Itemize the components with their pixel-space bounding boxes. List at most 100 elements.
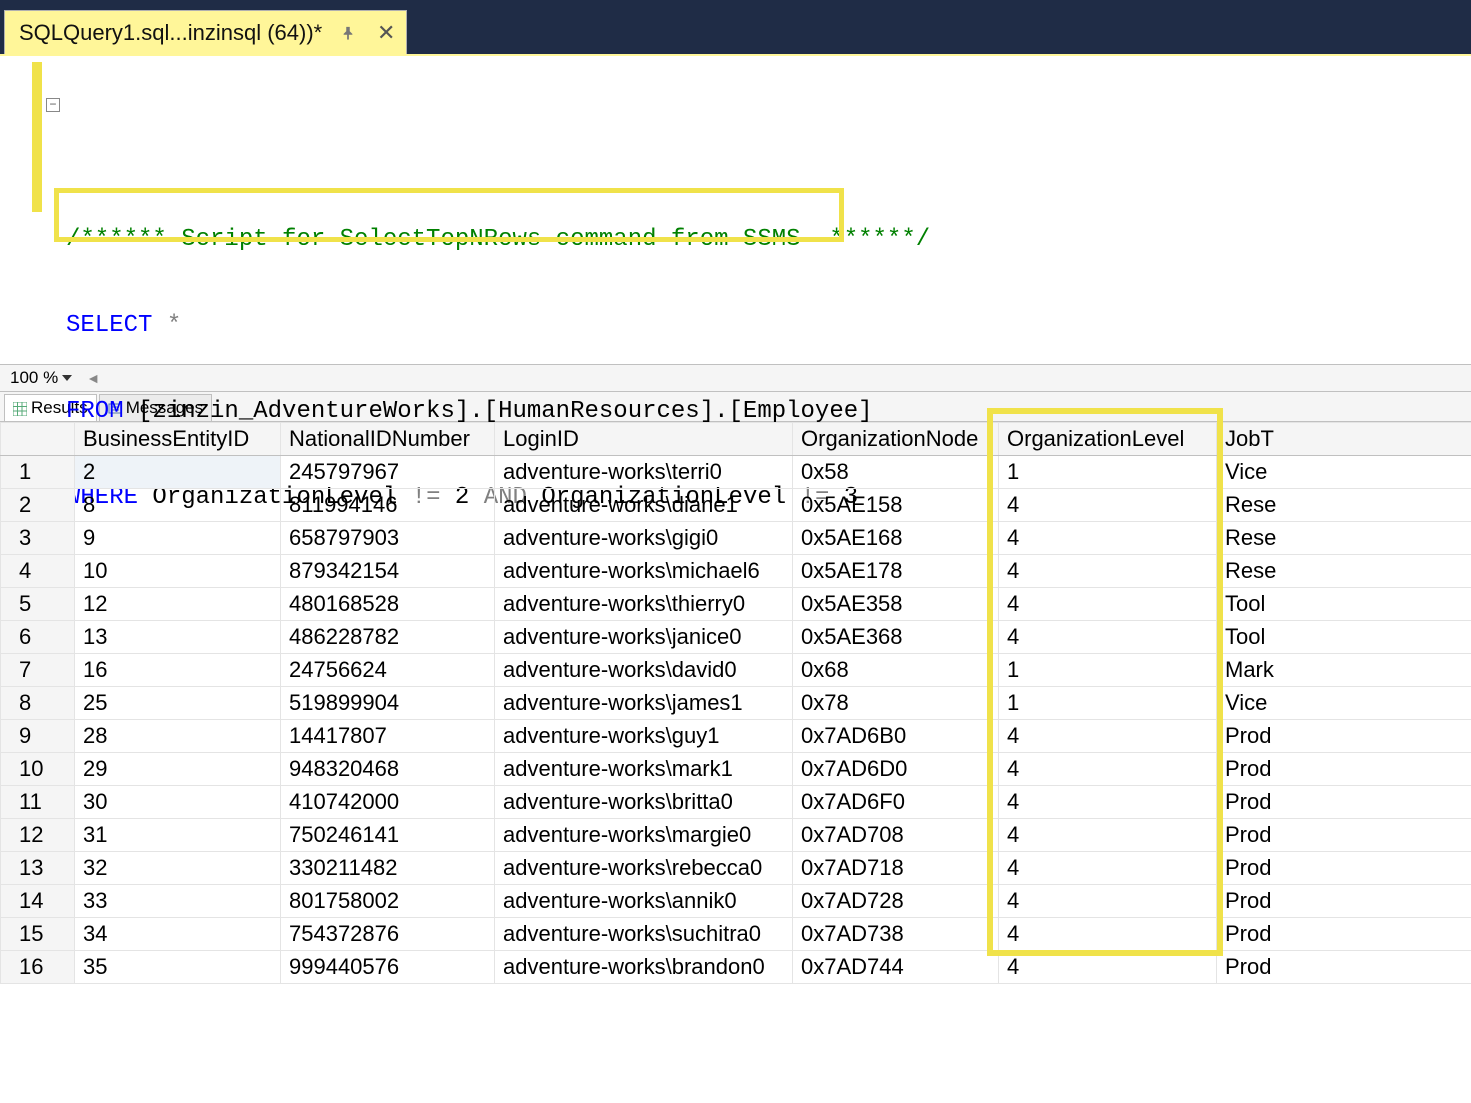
table-row[interactable]: 71624756624adventure-works\david00x681Ma… xyxy=(1,654,1471,687)
cell[interactable]: 32 xyxy=(75,852,281,885)
cell[interactable]: Rese xyxy=(1217,555,1471,588)
cell[interactable]: 30 xyxy=(75,786,281,819)
cell[interactable]: Vice xyxy=(1217,687,1471,720)
cell[interactable]: 0x7AD718 xyxy=(793,852,999,885)
table-row[interactable]: 28811994146adventure-works\diane10x5AE15… xyxy=(1,489,1471,522)
cell[interactable]: 754372876 xyxy=(281,918,495,951)
cell[interactable]: 4 xyxy=(999,753,1217,786)
col-header[interactable]: OrganizationNode xyxy=(793,423,999,456)
cell[interactable]: 33 xyxy=(75,885,281,918)
cell[interactable]: adventure-works\terri0 xyxy=(495,456,793,489)
cell[interactable]: 9 xyxy=(75,522,281,555)
cell[interactable]: 245797967 xyxy=(281,456,495,489)
cell[interactable]: 486228782 xyxy=(281,621,495,654)
cell[interactable]: adventure-works\rebecca0 xyxy=(495,852,793,885)
col-header[interactable]: OrganizationLevel xyxy=(999,423,1217,456)
cell[interactable]: 0x5AE158 xyxy=(793,489,999,522)
cell[interactable]: 4 xyxy=(999,819,1217,852)
cell[interactable]: 4 xyxy=(999,555,1217,588)
row-number[interactable]: 14 xyxy=(1,885,75,918)
cell[interactable]: 28 xyxy=(75,720,281,753)
cell[interactable]: Tool xyxy=(1217,621,1471,654)
row-number[interactable]: 2 xyxy=(1,489,75,522)
cell[interactable]: 330211482 xyxy=(281,852,495,885)
row-number[interactable]: 9 xyxy=(1,720,75,753)
table-row[interactable]: 410879342154adventure-works\michael60x5A… xyxy=(1,555,1471,588)
cell[interactable]: 0x7AD744 xyxy=(793,951,999,984)
col-header[interactable]: BusinessEntityID xyxy=(75,423,281,456)
cell[interactable]: 4 xyxy=(999,918,1217,951)
cell[interactable]: 4 xyxy=(999,951,1217,984)
cell[interactable]: 4 xyxy=(999,786,1217,819)
table-row[interactable]: 1029948320468adventure-works\mark10x7AD6… xyxy=(1,753,1471,786)
row-number[interactable]: 15 xyxy=(1,918,75,951)
cell[interactable]: 4 xyxy=(999,852,1217,885)
cell[interactable]: 879342154 xyxy=(281,555,495,588)
table-row[interactable]: 12245797967adventure-works\terri00x581Vi… xyxy=(1,456,1471,489)
table-row[interactable]: 39658797903adventure-works\gigi00x5AE168… xyxy=(1,522,1471,555)
cell[interactable]: 4 xyxy=(999,720,1217,753)
rownum-header[interactable] xyxy=(1,423,75,456)
table-row[interactable]: 825519899904adventure-works\james10x781V… xyxy=(1,687,1471,720)
results-grid[interactable]: BusinessEntityID NationalIDNumber LoginI… xyxy=(0,422,1471,984)
cell[interactable]: 12 xyxy=(75,588,281,621)
table-row[interactable]: 512480168528adventure-works\thierry00x5A… xyxy=(1,588,1471,621)
row-number[interactable]: 4 xyxy=(1,555,75,588)
cell[interactable]: Mark xyxy=(1217,654,1471,687)
cell[interactable]: Rese xyxy=(1217,489,1471,522)
cell[interactable]: 16 xyxy=(75,654,281,687)
cell[interactable]: adventure-works\michael6 xyxy=(495,555,793,588)
cell[interactable]: 0x5AE368 xyxy=(793,621,999,654)
cell[interactable]: adventure-works\suchitra0 xyxy=(495,918,793,951)
cell[interactable]: adventure-works\gigi0 xyxy=(495,522,793,555)
cell[interactable]: adventure-works\mark1 xyxy=(495,753,793,786)
row-number[interactable]: 1 xyxy=(1,456,75,489)
cell[interactable]: 14417807 xyxy=(281,720,495,753)
col-header[interactable]: LoginID xyxy=(495,423,793,456)
cell[interactable]: adventure-works\thierry0 xyxy=(495,588,793,621)
cell[interactable]: 25 xyxy=(75,687,281,720)
cell[interactable]: adventure-works\annik0 xyxy=(495,885,793,918)
cell[interactable]: 948320468 xyxy=(281,753,495,786)
table-row[interactable]: 1231750246141adventure-works\margie00x7A… xyxy=(1,819,1471,852)
cell[interactable]: Prod xyxy=(1217,951,1471,984)
cell[interactable]: 13 xyxy=(75,621,281,654)
cell[interactable]: Prod xyxy=(1217,819,1471,852)
table-row[interactable]: 1433801758002adventure-works\annik00x7AD… xyxy=(1,885,1471,918)
cell[interactable]: 2 xyxy=(75,456,281,489)
cell[interactable]: 4 xyxy=(999,588,1217,621)
cell[interactable]: 4 xyxy=(999,489,1217,522)
row-number[interactable]: 13 xyxy=(1,852,75,885)
cell[interactable]: 29 xyxy=(75,753,281,786)
cell[interactable]: 1 xyxy=(999,456,1217,489)
cell[interactable]: 4 xyxy=(999,885,1217,918)
cell[interactable]: 480168528 xyxy=(281,588,495,621)
row-number[interactable]: 5 xyxy=(1,588,75,621)
cell[interactable]: 410742000 xyxy=(281,786,495,819)
row-number[interactable]: 7 xyxy=(1,654,75,687)
cell[interactable]: 0x7AD708 xyxy=(793,819,999,852)
cell[interactable]: adventure-works\margie0 xyxy=(495,819,793,852)
row-number[interactable]: 6 xyxy=(1,621,75,654)
col-header[interactable]: NationalIDNumber xyxy=(281,423,495,456)
cell[interactable]: adventure-works\david0 xyxy=(495,654,793,687)
cell[interactable]: 801758002 xyxy=(281,885,495,918)
row-number[interactable]: 12 xyxy=(1,819,75,852)
row-number[interactable]: 8 xyxy=(1,687,75,720)
cell[interactable]: 0x68 xyxy=(793,654,999,687)
cell[interactable]: 811994146 xyxy=(281,489,495,522)
outline-collapse-toggle[interactable]: − xyxy=(46,98,60,112)
cell[interactable]: Prod xyxy=(1217,852,1471,885)
row-number[interactable]: 3 xyxy=(1,522,75,555)
cell[interactable]: 8 xyxy=(75,489,281,522)
row-number[interactable]: 10 xyxy=(1,753,75,786)
col-header[interactable]: JobT xyxy=(1217,423,1471,456)
table-row[interactable]: 1130410742000adventure-works\britta00x7A… xyxy=(1,786,1471,819)
table-row[interactable]: 1332330211482adventure-works\rebecca00x7… xyxy=(1,852,1471,885)
cell[interactable]: 0x7AD6B0 xyxy=(793,720,999,753)
cell[interactable]: 658797903 xyxy=(281,522,495,555)
cell[interactable]: 0x78 xyxy=(793,687,999,720)
table-row[interactable]: 1635999440576adventure-works\brandon00x7… xyxy=(1,951,1471,984)
pin-icon[interactable] xyxy=(336,21,360,45)
row-number[interactable]: 16 xyxy=(1,951,75,984)
